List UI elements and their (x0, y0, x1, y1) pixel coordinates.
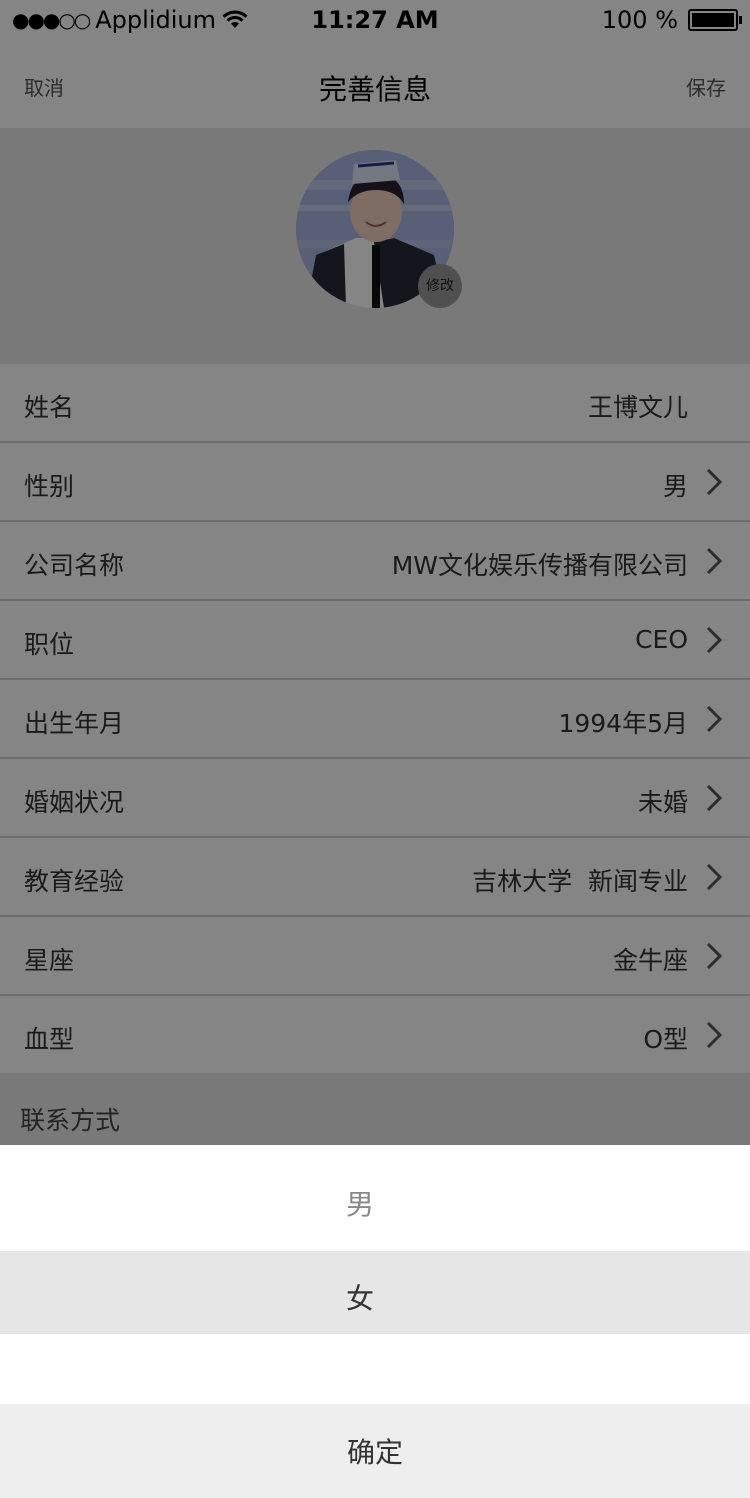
confirm-button-label: 确定 (346, 1436, 403, 1469)
picker-option-label: 女 (345, 1282, 374, 1315)
picker-option-male[interactable]: 男 (0, 1145, 750, 1251)
modal-backdrop[interactable] (0, 0, 750, 1145)
picker-option-female-selected[interactable]: 女 (0, 1251, 750, 1334)
picker-option-label: 男 (345, 1188, 374, 1221)
gender-picker-sheet: 男 女 确定 (0, 1145, 750, 1498)
confirm-button[interactable]: 确定 (0, 1404, 750, 1498)
